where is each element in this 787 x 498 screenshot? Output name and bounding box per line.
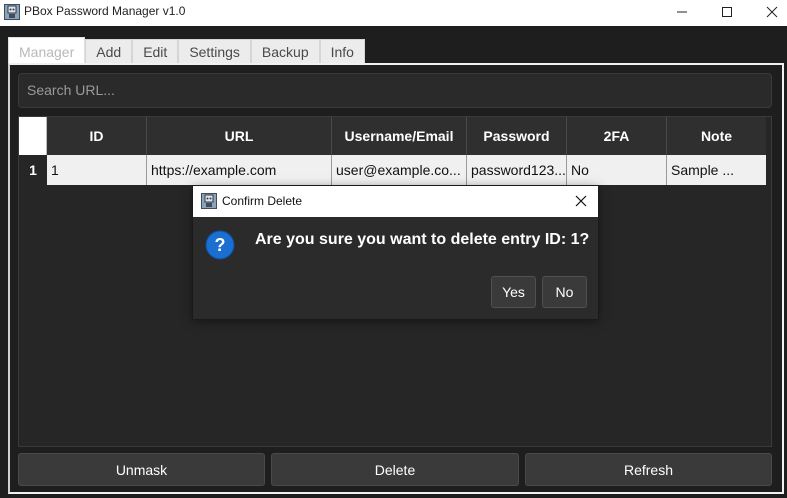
app-icon: [201, 193, 217, 209]
dialog-titlebar: Confirm Delete: [193, 186, 598, 217]
tab-bar: Manager Add Edit Settings Backup Info: [8, 37, 365, 63]
cell-url[interactable]: https://example.com: [147, 155, 332, 185]
minimize-button[interactable]: [659, 0, 705, 24]
close-icon: [766, 6, 778, 18]
row-header[interactable]: 1: [19, 155, 47, 185]
column-header-username[interactable]: Username/Email: [332, 117, 467, 155]
close-window-button[interactable]: [749, 0, 787, 24]
dialog-close-button[interactable]: [571, 191, 591, 211]
row-header-gutter: [19, 185, 47, 446]
question-icon: ?: [205, 230, 235, 260]
tab-info[interactable]: Info: [319, 39, 365, 63]
tab-edit[interactable]: Edit: [132, 39, 179, 63]
cell-username[interactable]: user@example.co...: [332, 155, 467, 185]
table-row[interactable]: 1 1 https://example.com user@example.co.…: [19, 155, 771, 185]
tab-add[interactable]: Add: [85, 39, 133, 63]
column-header-password[interactable]: Password: [467, 117, 567, 155]
minimize-icon: [677, 11, 687, 13]
maximize-button[interactable]: [704, 0, 750, 24]
yes-button[interactable]: Yes: [491, 276, 536, 308]
cell-id[interactable]: 1: [47, 155, 147, 185]
unmask-button[interactable]: Unmask: [18, 453, 265, 486]
confirm-delete-dialog: Confirm Delete ? Are you sure you want t…: [193, 186, 598, 319]
window-title: PBox Password Manager v1.0: [24, 4, 186, 18]
tab-settings[interactable]: Settings: [178, 39, 251, 63]
column-header-url[interactable]: URL: [147, 117, 332, 155]
refresh-button[interactable]: Refresh: [525, 453, 772, 486]
search-input[interactable]: Search URL...: [18, 73, 772, 108]
cell-note[interactable]: Sample ...: [667, 155, 766, 185]
app-icon: [4, 4, 20, 20]
cell-2fa[interactable]: No: [567, 155, 667, 185]
window-titlebar: PBox Password Manager v1.0: [0, 0, 787, 26]
table-header: ID URL Username/Email Password 2FA Note: [19, 117, 771, 155]
table-corner-button[interactable]: [19, 117, 47, 155]
column-header-id[interactable]: ID: [47, 117, 147, 155]
cell-password[interactable]: password123...: [467, 155, 567, 185]
tab-manager[interactable]: Manager: [8, 37, 86, 63]
column-header-2fa[interactable]: 2FA: [567, 117, 667, 155]
dialog-title: Confirm Delete: [222, 194, 303, 208]
delete-button[interactable]: Delete: [271, 453, 519, 486]
dialog-message: Are you sure you want to delete entry ID…: [255, 231, 590, 248]
tab-backup[interactable]: Backup: [250, 39, 320, 63]
no-button[interactable]: No: [542, 276, 587, 308]
column-header-note[interactable]: Note: [667, 117, 766, 155]
svg-text:?: ?: [215, 235, 226, 255]
close-icon: [575, 195, 587, 207]
maximize-icon: [722, 7, 732, 17]
